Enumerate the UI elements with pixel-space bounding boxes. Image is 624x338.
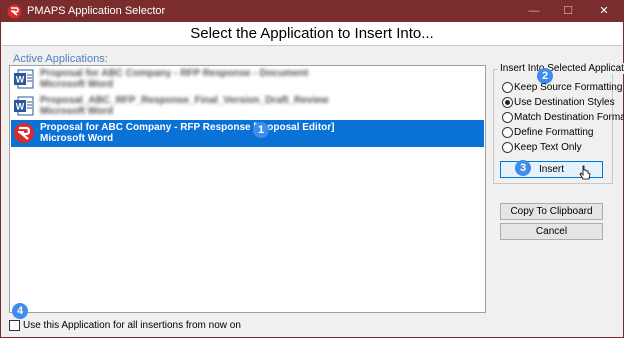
- radio-label: Use Destination Styles: [514, 97, 615, 108]
- application-title: Proposal_ABC_RFP_Response_Final_Version_…: [40, 95, 329, 106]
- use-for-all-insertions-checkbox[interactable]: [9, 320, 20, 331]
- minimize-button[interactable]: —: [515, 1, 553, 22]
- callout-badge-3: 3: [515, 160, 531, 176]
- radio-label: Define Formatting: [514, 127, 594, 138]
- radio-button-checked[interactable]: [502, 97, 513, 108]
- radio-label: Match Destination Formatting: [514, 112, 624, 123]
- pmaps-app-icon: [7, 4, 22, 19]
- cancel-button[interactable]: Cancel: [500, 223, 603, 240]
- checkbox-label: Use this Application for all insertions …: [23, 320, 241, 331]
- application-type: Microsoft Word: [40, 106, 114, 117]
- app-selector-window: PMAPS Application Selector — ☐ ✕ Select …: [0, 0, 624, 338]
- active-applications-label: Active Applications:: [13, 53, 108, 65]
- radio-button[interactable]: [502, 142, 513, 153]
- application-type: Microsoft Word: [40, 133, 114, 144]
- application-title: Proposal for ABC Company - RFP Response …: [40, 122, 335, 133]
- word-icon: W: [14, 69, 34, 89]
- list-item-selected[interactable]: Proposal for ABC Company - RFP Response …: [11, 120, 484, 147]
- radio-button[interactable]: [502, 112, 513, 123]
- application-list[interactable]: W Proposal for ABC Company - RFP Respons…: [9, 65, 486, 313]
- close-button[interactable]: ✕: [585, 1, 623, 22]
- list-item[interactable]: W Proposal for ABC Company - RFP Respons…: [11, 66, 484, 93]
- svg-text:W: W: [16, 75, 25, 85]
- copy-to-clipboard-button[interactable]: Copy To Clipboard: [500, 203, 603, 220]
- mouse-cursor-icon: [579, 165, 591, 180]
- application-type: Microsoft Word: [40, 79, 114, 90]
- insert-options-group-label: Insert Into Selected Application: [498, 63, 624, 74]
- title-bar: PMAPS Application Selector — ☐ ✕: [1, 1, 623, 22]
- pmaps-icon: [14, 123, 34, 143]
- svg-text:W: W: [16, 102, 25, 112]
- window-title: PMAPS Application Selector: [27, 5, 166, 17]
- dialog-heading: Select the Application to Insert Into...: [2, 22, 622, 46]
- word-icon: W: [14, 96, 34, 116]
- radio-button[interactable]: [502, 127, 513, 138]
- radio-button[interactable]: [502, 82, 513, 93]
- maximize-button[interactable]: ☐: [549, 1, 587, 22]
- callout-badge-1: 1: [253, 122, 269, 138]
- callout-badge-4: 4: [12, 303, 28, 319]
- application-title: Proposal for ABC Company - RFP Response …: [40, 68, 309, 79]
- radio-label: Keep Source Formatting: [514, 82, 623, 93]
- list-item[interactable]: W Proposal_ABC_RFP_Response_Final_Versio…: [11, 93, 484, 120]
- radio-label: Keep Text Only: [514, 142, 582, 153]
